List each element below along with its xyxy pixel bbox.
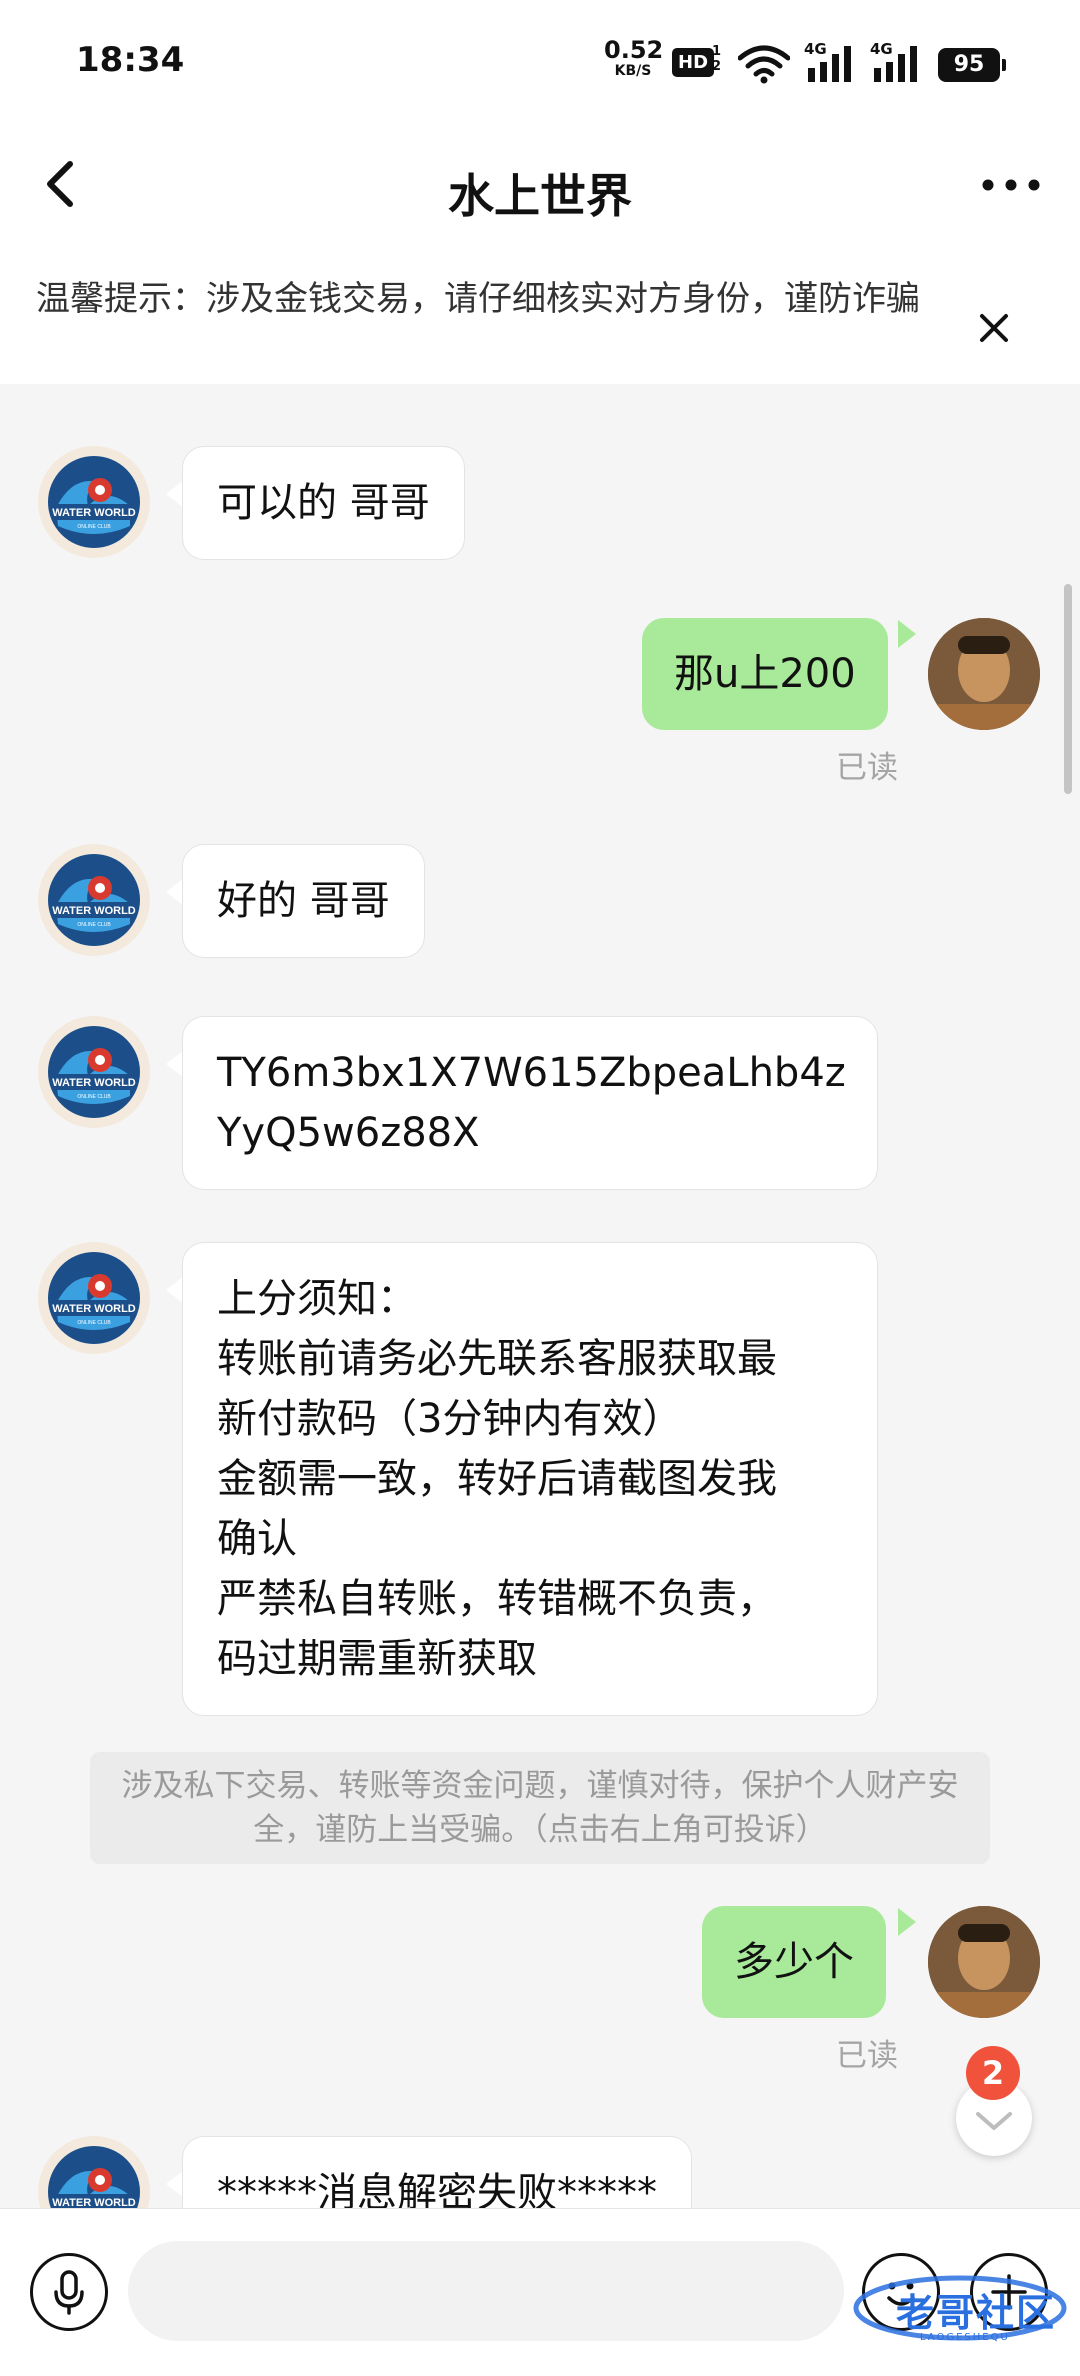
contact-avatar[interactable]: WATER WORLD ONLINE CLUB — [38, 446, 150, 558]
user-photo — [928, 618, 1040, 730]
watermark-text: 老哥社区 — [896, 2291, 1057, 2335]
signal-sim2-label: 4G — [870, 40, 893, 58]
unread-count-badge: 2 — [966, 2046, 1020, 2100]
read-receipt: 已读 — [836, 2038, 898, 2074]
user-photo — [928, 1906, 1040, 2018]
message-line: 确认 — [217, 1516, 297, 1562]
logo-text: WATER WORLD — [52, 905, 136, 917]
read-receipt: 已读 — [836, 750, 898, 786]
message-line: 转账前请务必先联系客服获取最 — [217, 1336, 777, 1382]
logo-subtext: ONLINE CLUB — [77, 922, 111, 928]
network-speed-unit: KB/S — [614, 63, 652, 79]
message-line: 严禁私自转账，转错概不负责， — [217, 1576, 777, 1622]
message-line: 上分须知： — [217, 1276, 417, 1322]
logo-text: WATER WORLD — [52, 2197, 136, 2208]
bubble-tail — [898, 620, 916, 648]
water-world-logo: WATER WORLD ONLINE CLUB — [48, 1026, 140, 1118]
status-time: 18:34 — [76, 40, 185, 80]
watermark-subtext: LAOGESHEQU — [920, 2332, 1010, 2343]
message-bubble-incoming[interactable]: 好的 哥哥 — [182, 844, 425, 958]
bubble-tail — [898, 1908, 916, 1936]
more-horizontal-icon — [982, 179, 1040, 191]
message-line: 金额需一致，转好后请截图发我 — [217, 1456, 777, 1502]
status-bar: 18:34 0.52 KB/S HD 12 4G 4G 95 — [0, 0, 1080, 120]
user-avatar[interactable] — [928, 618, 1040, 730]
hd-sim-indicator: 12 — [712, 44, 722, 74]
message-bubble-incoming[interactable]: *****消息解密失败***** — [182, 2136, 692, 2208]
logo-subtext: ONLINE CLUB — [77, 1094, 111, 1100]
contact-avatar[interactable]: WATER WORLD ONLINE CLUB — [38, 844, 150, 956]
water-world-logo: WATER WORLD ONLINE CLUB — [48, 1252, 140, 1344]
message-bubble-outgoing[interactable]: 多少个 — [702, 1906, 886, 2018]
fraud-warning-banner: 温馨提示：涉及金钱交易，请仔细核实对方身份，谨防诈骗 — [0, 260, 1080, 384]
network-speed: 0.52 KB/S — [604, 36, 664, 79]
message-bubble-incoming[interactable]: 可以的 哥哥 — [182, 446, 465, 560]
contact-avatar[interactable]: WATER WORLD ONLINE CLUB — [38, 1242, 150, 1354]
chat-title: 水上世界 — [448, 169, 632, 223]
contact-avatar[interactable]: WATER WORLD ONLINE CLUB — [38, 2136, 150, 2208]
user-avatar[interactable] — [928, 1906, 1040, 2018]
hd-icon: HD — [672, 48, 715, 77]
wifi-icon — [738, 45, 790, 84]
scrollbar-thumb[interactable] — [1064, 584, 1072, 794]
message-bubble-incoming[interactable]: 上分须知： 转账前请务必先联系客服获取最 新付款码（3分钟内有效） 金额需一致，… — [182, 1242, 878, 1716]
water-world-logo: WATER WORLD ONLINE CLUB — [48, 2146, 140, 2208]
close-icon — [980, 314, 1008, 342]
more-button[interactable] — [976, 160, 1046, 210]
message-list[interactable]: WATER WORLD ONLINE CLUB 可以的 哥哥 那u上200 已读… — [0, 384, 1080, 2208]
logo-text: WATER WORLD — [52, 1303, 136, 1315]
message-line: YyQ5w6z88X — [217, 1110, 480, 1156]
logo-subtext: ONLINE CLUB — [77, 1320, 111, 1326]
message-line: 新付款码（3分钟内有效） — [217, 1396, 683, 1442]
battery-icon: 95 — [938, 48, 1006, 82]
water-world-logo: WATER WORLD ONLINE CLUB — [48, 456, 140, 548]
logo-text: WATER WORLD — [52, 507, 136, 519]
back-button[interactable] — [32, 154, 92, 214]
signal-sim1-icon: 4G — [804, 40, 856, 90]
network-speed-value: 0.52 — [604, 36, 664, 64]
logo-subtext: ONLINE CLUB — [77, 524, 111, 530]
voice-input-button[interactable] — [30, 2253, 108, 2331]
message-line: TY6m3bx1X7W615ZbpeaLhb4z — [217, 1050, 846, 1096]
system-safety-notice[interactable]: 涉及私下交易、转账等资金问题，谨慎对待，保护个人财产安全，谨防上当受骗。（点击右… — [90, 1752, 990, 1864]
message-bubble-incoming[interactable]: TY6m3bx1X7W615ZbpeaLhb4z YyQ5w6z88X — [182, 1016, 878, 1190]
chat-header: 水上世界 — [0, 120, 1080, 260]
fraud-warning-text: 温馨提示：涉及金钱交易，请仔细核实对方身份，谨防诈骗 — [36, 279, 920, 319]
microphone-icon — [54, 2270, 84, 2315]
signal-sim1-label: 4G — [804, 40, 827, 58]
message-bubble-outgoing[interactable]: 那u上200 — [642, 618, 888, 730]
contact-avatar[interactable]: WATER WORLD ONLINE CLUB — [38, 1016, 150, 1128]
close-warning-button[interactable] — [964, 298, 1024, 358]
message-line: 码过期需重新获取 — [217, 1636, 537, 1682]
water-world-logo: WATER WORLD ONLINE CLUB — [48, 854, 140, 946]
message-input[interactable] — [128, 2241, 844, 2341]
logo-text: WATER WORLD — [52, 1077, 136, 1089]
signal-sim2-icon: 4G — [870, 40, 926, 90]
chevron-left-icon — [47, 161, 73, 207]
